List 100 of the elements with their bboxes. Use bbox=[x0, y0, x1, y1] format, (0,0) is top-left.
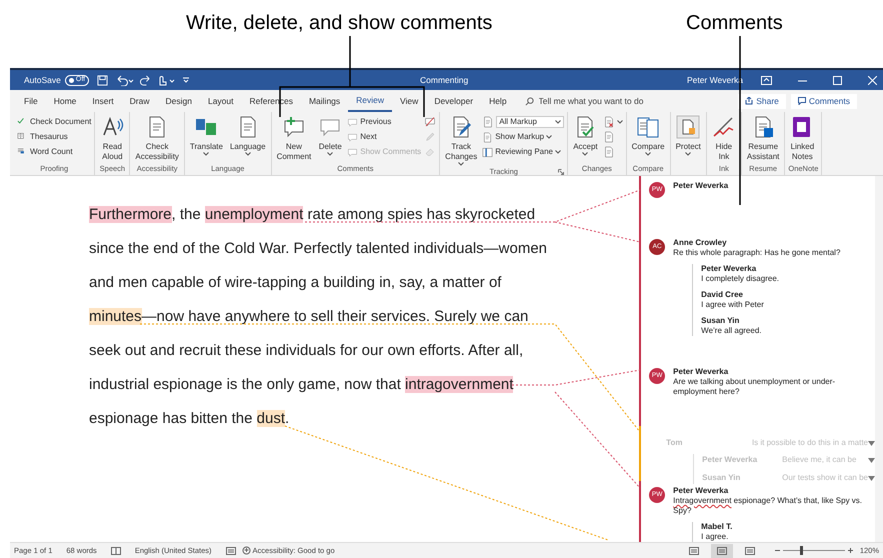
ribbon-button[interactable]: Check Accessibility bbox=[133, 115, 181, 162]
reply-text: We’re all agreed. bbox=[701, 326, 762, 336]
menu-tab[interactable]: Home bbox=[46, 90, 84, 112]
menu-tab[interactable]: Mailings bbox=[300, 90, 348, 112]
customize-toolbar-icon[interactable] bbox=[183, 77, 190, 83]
comment-author: Peter Weverka bbox=[673, 181, 728, 191]
ribbon-button[interactable]: Resume Assistant bbox=[744, 115, 782, 162]
document-line: seek out and recruit these individuals for our own efforts. After all, bbox=[89, 341, 524, 361]
tell-me-field[interactable]: Tell me what you want to do bbox=[524, 93, 659, 109]
reply-text: I agree with Peter bbox=[701, 300, 765, 310]
menu-tab[interactable]: View bbox=[392, 90, 426, 112]
menu-tab[interactable]: Developer bbox=[426, 90, 482, 112]
comment-text: Is it possible to do this in a matte bbox=[750, 437, 868, 449]
menu-tab[interactable]: Design bbox=[158, 90, 200, 112]
comment-icon bbox=[347, 146, 358, 158]
document-x-icon bbox=[602, 116, 615, 128]
ribbon-button[interactable]: Check Document bbox=[17, 115, 92, 129]
ribbon-button[interactable]: Show Markup bbox=[482, 130, 564, 144]
redo-icon[interactable] bbox=[140, 74, 152, 86]
menu-tab[interactable]: Draw bbox=[122, 90, 158, 112]
reply-text: I agree. bbox=[701, 532, 730, 542]
comments-button[interactable]: Comments bbox=[790, 94, 857, 108]
macro-icon[interactable] bbox=[226, 546, 236, 554]
view-icon bbox=[744, 546, 755, 554]
accessibility-icon bbox=[242, 546, 251, 555]
ribbon-button[interactable]: New Comment bbox=[274, 115, 314, 162]
undo-icon[interactable] bbox=[116, 74, 134, 86]
ribbon-button[interactable]: Compare bbox=[630, 115, 667, 156]
proofing-icon[interactable] bbox=[110, 546, 121, 554]
document-line: since the end of the Cold War. Perfectly talented individuals—women bbox=[89, 239, 548, 259]
maximize-icon[interactable] bbox=[833, 76, 842, 84]
ribbon-button[interactable]: Previous bbox=[347, 115, 422, 129]
comment-icon bbox=[347, 116, 358, 128]
ribbon-display-icon[interactable] bbox=[761, 76, 772, 84]
menu-tab[interactable]: Insert bbox=[84, 90, 122, 112]
ribbon-button[interactable]: Translate bbox=[188, 115, 225, 156]
menu-tab[interactable]: Help bbox=[481, 90, 515, 112]
dropdown-arrow-icon[interactable] bbox=[868, 440, 875, 446]
view-button[interactable] bbox=[710, 544, 733, 558]
menu-tab[interactable]: File bbox=[16, 90, 46, 112]
reply-author: Susan Yin bbox=[702, 472, 742, 484]
share-icon bbox=[745, 97, 754, 105]
save-icon[interactable] bbox=[97, 74, 108, 86]
zoom-in-icon[interactable] bbox=[848, 548, 853, 553]
document-line: minutes—now have anywhere to sell their services. Surely we can bbox=[89, 307, 530, 327]
comment-icon bbox=[424, 116, 436, 128]
view-icon bbox=[716, 546, 727, 554]
ribbon-button[interactable]: Track Changes bbox=[443, 115, 480, 166]
ribbon-button[interactable]: Accept bbox=[571, 115, 600, 156]
comment-icon bbox=[798, 97, 806, 105]
ribbon-button[interactable]: Read Aloud bbox=[98, 115, 126, 162]
ribbon-button[interactable]: Next bbox=[347, 130, 422, 144]
close-icon[interactable] bbox=[868, 76, 877, 84]
ribbon-button[interactable]: Reviewing Pane bbox=[482, 145, 564, 159]
document-line: espionage has bitten the dust. bbox=[89, 409, 290, 429]
ribbon-icon-button[interactable] bbox=[602, 115, 623, 129]
zoom-out-icon[interactable] bbox=[774, 548, 780, 553]
comment-author: Peter Weverka bbox=[673, 367, 730, 377]
add-comment-icon bbox=[282, 115, 306, 139]
ribbon-button[interactable]: Thesaurus bbox=[17, 130, 92, 144]
reply-author: Peter Weverka bbox=[701, 264, 758, 274]
ribbon-button[interactable]: Protect bbox=[674, 115, 703, 156]
markup-dropdown[interactable]: All Markup bbox=[496, 116, 564, 128]
document-lock-icon bbox=[676, 115, 700, 139]
reply-text: Our tests show it can be bbox=[782, 472, 868, 484]
ribbon-button[interactable]: Delete bbox=[316, 115, 344, 156]
dialog-launcher-icon[interactable] bbox=[558, 169, 564, 175]
document-line: industrial espionage is the only game, now that intragovernment bbox=[89, 375, 514, 395]
comment-icon bbox=[347, 132, 358, 142]
menu-tab[interactable]: Review bbox=[348, 90, 392, 112]
callout-label: Comments bbox=[686, 11, 783, 36]
dropdown-arrow-icon[interactable] bbox=[868, 476, 875, 480]
documents-icon bbox=[636, 115, 660, 139]
touch-mode-icon[interactable] bbox=[157, 74, 176, 86]
ribbon-icon-button[interactable] bbox=[424, 115, 436, 129]
callout-label: Write, delete, and show comments bbox=[186, 11, 492, 36]
share-button[interactable]: Share bbox=[738, 94, 786, 108]
search-icon bbox=[524, 96, 534, 106]
menu-tab[interactable]: Layout bbox=[200, 90, 242, 112]
reply-author: David Cree bbox=[701, 290, 744, 300]
comment-text: Intragovernment espionage? What’s that, like Spy vs. Spy? bbox=[673, 496, 864, 516]
comment-author: Peter Weverka bbox=[673, 486, 730, 496]
comment-text: Re this whole paragraph: Has he gone mental? bbox=[673, 248, 840, 258]
comment-author: Anne Crowley bbox=[673, 238, 728, 248]
comment-text: Are we talking about unemployment or under-employment here? bbox=[673, 377, 836, 397]
document-line: and men capable of wire-tapping a building in, say, a matter of bbox=[89, 273, 502, 293]
reply-text: Believe me, it can be bbox=[782, 454, 858, 466]
ribbon-button[interactable]: Language bbox=[228, 115, 268, 156]
slider-thumb[interactable] bbox=[800, 546, 804, 555]
ribbon-button[interactable]: Linked Notes bbox=[788, 115, 816, 162]
pen-icon bbox=[712, 115, 736, 139]
pen-icon bbox=[424, 131, 436, 143]
eraser-icon bbox=[424, 146, 436, 158]
reply-author: Susan Yin bbox=[701, 316, 740, 326]
ribbon-button[interactable]: Word Count bbox=[17, 145, 92, 159]
dropdown-arrow-icon[interactable] bbox=[868, 458, 875, 462]
pane-icon bbox=[482, 146, 494, 158]
ribbon-button[interactable]: Hide Ink bbox=[710, 115, 738, 162]
reply-author: Peter Weverka bbox=[702, 454, 758, 466]
document-icon bbox=[482, 132, 494, 142]
